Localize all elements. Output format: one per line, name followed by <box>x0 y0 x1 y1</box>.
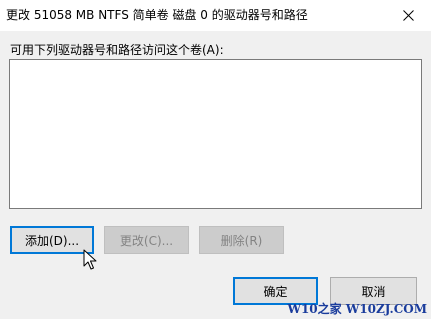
change-button[interactable]: 更改(C)... <box>104 226 189 254</box>
title-bar: 更改 51058 MB NTFS 简单卷 磁盘 0 的驱动器号和路径 <box>0 0 431 31</box>
drive-path-list[interactable] <box>9 59 422 209</box>
close-button[interactable] <box>385 0 431 31</box>
site-watermark: W10之家 W10ZJ.COM <box>287 302 427 316</box>
dialog-title: 更改 51058 MB NTFS 简单卷 磁盘 0 的驱动器号和路径 <box>6 8 308 22</box>
remove-button[interactable]: 删除(R) <box>199 226 284 254</box>
change-drive-letter-dialog: 更改 51058 MB NTFS 简单卷 磁盘 0 的驱动器号和路径 可用下列驱… <box>0 0 431 319</box>
close-icon <box>402 10 414 21</box>
add-button[interactable]: 添加(D)... <box>10 226 94 254</box>
mouse-pointer-icon <box>83 249 97 270</box>
instruction-label: 可用下列驱动器号和路径访问这个卷(A): <box>10 43 224 57</box>
